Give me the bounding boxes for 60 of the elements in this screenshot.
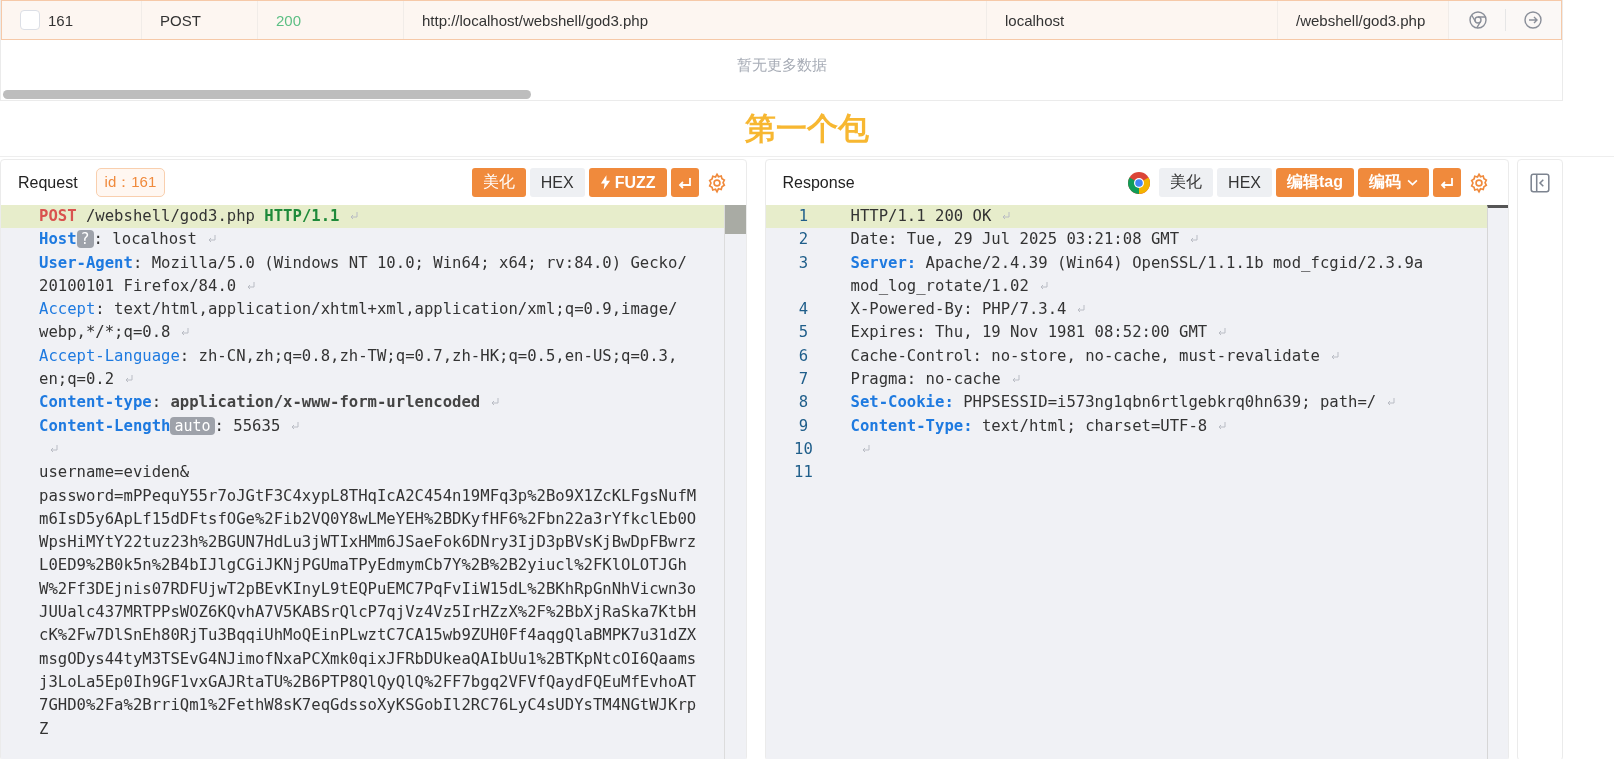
line-number: 1 — [797, 206, 810, 227]
settings-icon[interactable] — [1468, 171, 1490, 194]
table-cell: 200 — [276, 11, 302, 29]
line-number: 9 — [797, 415, 810, 437]
code-line: Content-type: application/x-www-form-urlencoded — [1, 391, 724, 415]
panel-title: Request — [18, 173, 78, 192]
table-cell: /webshell/god3.php — [1296, 11, 1426, 29]
code-line: webp,*/*;q=0.8 — [1, 321, 724, 345]
line-number: 10 — [793, 438, 814, 460]
code-line: en;q=0.2 — [1, 368, 724, 392]
code-line: 20100101 Firefox/84.0 — [1, 274, 724, 299]
toolbar-button[interactable]: HEX — [529, 168, 585, 197]
toolbar-button[interactable]: 美化 — [1159, 168, 1214, 197]
wrap-button[interactable] — [1433, 168, 1461, 197]
packet-row[interactable]: 161 POST 200 http://localhost/webshell/god3.php localhost /webshell/god3.php — [1, 0, 1562, 40]
toolbar-button[interactable]: HEX — [1217, 168, 1272, 197]
line-number: 5 — [797, 322, 810, 344]
row-checkbox[interactable] — [20, 10, 40, 30]
code-line: password=mPPequY55r7oJGtF3C4xypL8THqIcA2C454n19MFq3p%2Bo9X1ZcKLFgsNufMm6IsD5y6ApLf15dDFtsfOGe%2Fib2VQ0Y8wLMeYEH%2BDKyfHF6%2Fbn22a3rYfkclEb0OWpsHiMYtY22tuz23h%2BGUN7HdLu3jWTIxHMm6JSaeFok6DNry3IjD3pBVsKjBwDpFBwrzL0ED9%2B0k5n%2B4bIJlgCGiJKNjPGUmaTPyEdmymCb7Y%2B%2B2yiucl%2FKlOLOTJGhW%2Ff3DEjnis07RDFUjwT2pBEvKInyL9tEQPuEMC7PqFvIiW15dL%2BKhRpGnNhVicwn3oJUUalc437MRTPPsWOZ6KQvhA7V5KABSrQlcP7qjVz4Vz5IrHZzX%2F%2BbXjRaSka7KtbHcK%2Fw7DlSnEh80RjTu3BqqiUhMoQEinPLwztC7CA15wb9ZUH0Ff4aqgQlaBMPK7u31dZXmsgODys44tyM3TSEvG4NJimofNxaPCXmk0qixJFRbDUkeaQAIbUu1%2BTKpNtcOI6Qaamsj3LoLa5Ep0Ih9GF1vxGAJRtaTU%2B6PTP8QlQyQlQ%2FF7bgq2VFVfQaydFQEuMfEvhoAT7GHD0%2Fa%2BrriQm1%2FethW8sK7eqGdssoXyKSGobIl2RC76LyC4sUDYsTM4NGtWJKrpZ — [38, 485, 698, 740]
scrollbar-thumb[interactable] — [3, 90, 531, 99]
empty-text: 暂无更多数据 — [736, 55, 827, 75]
browser-icon[interactable] — [1467, 10, 1488, 30]
code-line: HTTP/1.1 200 OK — [850, 205, 1487, 229]
scrollbar-thumb[interactable] — [724, 205, 746, 234]
code-line: mod_log_rotate/1.02 — [850, 274, 1487, 299]
code-line: Date: Tue, 29 Jul 2025 03:21:08 GMT — [850, 228, 1487, 252]
code-line: Host ? : localhost — [1, 228, 724, 252]
section-title: 第一个包 — [745, 109, 869, 148]
code-line: Set-Cookie: PHPSESSID=i573ng1qbn6rtlgebkrq0hn639; path=/ — [850, 391, 1487, 415]
sidebar-toggle-icon[interactable] — [1529, 172, 1551, 194]
code-line: X-Powered-By: PHP/7.3.4 — [850, 298, 1487, 322]
id-badge: id：161 — [95, 168, 166, 197]
code-line: Expires: Thu, 19 Nov 1981 08:52:00 GMT — [850, 321, 1487, 345]
arrow-right-icon[interactable] — [1522, 10, 1543, 30]
line-number: 7 — [797, 369, 810, 391]
line-number: 3 — [797, 252, 810, 274]
line-number: 8 — [797, 392, 810, 414]
line-number: 11 — [793, 462, 814, 484]
wrap-button[interactable] — [670, 168, 699, 197]
browser-logo-icon[interactable] — [1127, 170, 1152, 195]
code-line: Accept: text/html,application/xhtml+xml,application/xml;q=0.9,image/ — [38, 299, 679, 321]
code-line: Content-Length auto : 55635 — [1, 414, 724, 438]
lightning-icon — [599, 175, 611, 190]
scrollbar[interactable] — [1487, 205, 1508, 759]
line-number: 2 — [797, 229, 810, 251]
table-cell: localhost — [1005, 11, 1065, 29]
table-cell: 161 — [48, 11, 74, 29]
line-number: 6 — [797, 345, 810, 367]
code-line: Pragma: no-cache — [850, 368, 1487, 392]
code-line: Content-Type: text/html; charset=UTF-8 — [850, 414, 1487, 438]
code-line: username=eviden& — [38, 462, 191, 484]
line-number: 4 — [797, 299, 810, 321]
code-line: User-Agent: Mozilla/5.0 (Windows NT 10.0; Win64; x64; rv:84.0) Gecko/ — [38, 252, 688, 274]
code-line: Cache-Control: no-store, no-cache, must-revalidate — [850, 344, 1487, 369]
caret-icon — [1407, 179, 1418, 186]
table-cell: http://localhost/webshell/god3.php — [422, 11, 648, 29]
panel-title: Response — [782, 173, 855, 192]
code-line: Accept-Language: zh-CN,zh;q=0.8,zh-TW;q=0.7,zh-HK;q=0.5,en-US;q=0.3, — [38, 345, 679, 367]
table-cell: POST — [160, 11, 201, 29]
code-line: Server: Apache/2.4.39 (Win64) OpenSSL/1.1.1b mod_fcgid/2.3.9a — [850, 252, 1425, 274]
